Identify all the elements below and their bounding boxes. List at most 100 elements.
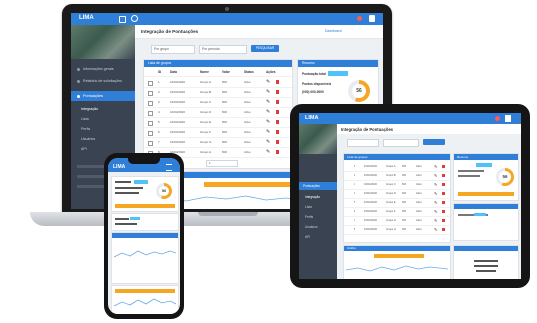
table-row[interactable]: 4 10/04/2020 Grupo D 500 Ativo ✎ <box>144 108 292 118</box>
table-row[interactable]: 7 10/04/2020 Grupo G 500 Ativo ✎ <box>144 138 292 148</box>
search-icon[interactable] <box>131 15 138 22</box>
delete-icon[interactable] <box>276 100 279 104</box>
table-row[interactable]: 4 10/04/2020 Grupo D 500 Ativo ✎ <box>344 190 450 199</box>
sidebar-item-1[interactable]: Relatório de solicitações <box>71 77 135 86</box>
table-row[interactable]: 1 10/04/2020 Grupo A 500 Ativo ✎ <box>144 78 292 88</box>
bottom-line <box>474 260 498 262</box>
delete-icon[interactable] <box>442 192 445 195</box>
edit-icon[interactable]: ✎ <box>266 149 270 156</box>
table-row[interactable]: 1 10/04/2020 Grupo A 500 Ativo ✎ <box>344 163 450 172</box>
edit-icon[interactable]: ✎ <box>434 200 437 206</box>
delete-icon[interactable] <box>276 110 279 114</box>
edit-icon[interactable]: ✎ <box>434 182 437 188</box>
table-cell: Grupo D <box>200 110 212 114</box>
breadcrumb[interactable]: Dashboard <box>325 29 342 33</box>
delete-icon[interactable] <box>276 150 279 154</box>
search-button[interactable] <box>423 139 445 145</box>
menu-icon[interactable] <box>119 16 126 23</box>
edit-icon[interactable]: ✎ <box>266 119 270 126</box>
sidebar-label: Pontuações <box>83 94 104 98</box>
summary-card: 56 <box>111 176 179 212</box>
row-checkbox[interactable] <box>148 91 153 96</box>
edit-icon[interactable]: ✎ <box>434 218 437 224</box>
row-checkbox[interactable] <box>148 101 153 106</box>
sidebar-label: API <box>81 147 87 151</box>
delete-icon[interactable] <box>276 130 279 134</box>
delete-icon[interactable] <box>442 183 445 186</box>
notification-icon[interactable] <box>357 16 362 21</box>
row-checkbox[interactable] <box>148 131 153 136</box>
delete-icon[interactable] <box>442 174 445 177</box>
notification-icon[interactable] <box>495 116 500 121</box>
table-card-title: Lista de grupos <box>344 154 450 160</box>
edit-icon[interactable]: ✎ <box>266 79 270 86</box>
table-row[interactable]: 5 10/04/2020 Grupo E 500 Ativo ✎ <box>144 118 292 128</box>
sidebar-label: API <box>305 235 311 239</box>
search-button[interactable]: PESQUISAR <box>251 45 279 52</box>
delete-icon[interactable] <box>442 210 445 213</box>
table-row[interactable]: 6 10/04/2020 Grupo F 500 Ativo ✎ <box>144 128 292 138</box>
chart-card <box>111 232 179 284</box>
sidebar-item-7[interactable]: API <box>71 145 135 153</box>
table-row[interactable]: 5 10/04/2020 Grupo E 500 Ativo ✎ <box>344 199 450 208</box>
edit-icon[interactable]: ✎ <box>434 227 437 233</box>
table-cell: 10/04/2020 <box>170 140 186 144</box>
delete-icon[interactable] <box>442 219 445 222</box>
col-header: Nome <box>200 70 209 74</box>
sidebar-item-2[interactable]: Lista <box>299 204 337 211</box>
sidebar-item-4[interactable]: Usuários <box>299 224 337 231</box>
row-checkbox[interactable] <box>148 111 153 116</box>
top-bar: LIMA <box>71 13 383 25</box>
row-checkbox[interactable] <box>148 121 153 126</box>
edit-icon[interactable]: ✎ <box>434 173 437 179</box>
pagination-select[interactable]: 1 <box>206 160 238 167</box>
table-row[interactable]: 3 10/04/2020 Grupo C 500 Ativo ✎ <box>144 98 292 108</box>
sidebar-item-1[interactable]: Integração <box>299 194 337 201</box>
row-checkbox[interactable] <box>148 81 153 86</box>
sidebar-item-0[interactable]: Informações gerais <box>71 65 135 74</box>
user-icon[interactable] <box>505 115 511 122</box>
user-icon[interactable] <box>369 15 375 22</box>
sidebar-item-6[interactable]: Usuários <box>71 135 135 143</box>
table-row[interactable]: 8 10/04/2020 Grupo H 500 Ativo ✎ <box>344 226 450 235</box>
delete-icon[interactable] <box>442 201 445 204</box>
edit-icon[interactable]: ✎ <box>266 139 270 146</box>
edit-icon[interactable]: ✎ <box>434 191 437 197</box>
table-row[interactable]: 6 10/04/2020 Grupo F 500 Ativo ✎ <box>344 208 450 217</box>
sidebar-item-5[interactable]: API <box>299 234 337 241</box>
menu-icon[interactable] <box>166 164 172 171</box>
edit-icon[interactable]: ✎ <box>266 89 270 96</box>
edit-icon[interactable]: ✎ <box>266 129 270 136</box>
sidebar-item-5[interactable]: Perfis <box>71 125 135 133</box>
table-cell: Grupo B <box>200 90 212 94</box>
edit-icon[interactable]: ✎ <box>434 209 437 215</box>
row-checkbox[interactable] <box>148 141 153 146</box>
delete-icon[interactable] <box>276 120 279 124</box>
table-cell: 10/04/2020 <box>364 192 377 195</box>
sidebar-item-3[interactable]: Integração <box>71 105 135 113</box>
sidebar-item-0[interactable]: Pontuações <box>299 182 337 190</box>
delete-icon[interactable] <box>442 165 445 168</box>
sidebar-item-3[interactable]: Perfis <box>299 214 337 221</box>
period-select[interactable]: Por período <box>199 45 247 54</box>
table-row[interactable]: 2 10/04/2020 Grupo B 500 Ativo ✎ <box>144 88 292 98</box>
table-row[interactable]: 7 10/04/2020 Grupo G 500 Ativo ✎ <box>344 217 450 226</box>
period-select[interactable] <box>383 139 419 147</box>
delete-icon[interactable] <box>276 140 279 144</box>
table-cell: Grupo E <box>200 120 212 124</box>
sidebar-item-2[interactable]: Pontuações <box>71 91 135 101</box>
delete-icon[interactable] <box>276 80 279 84</box>
table-row[interactable]: 3 10/04/2020 Grupo C 500 Ativo ✎ <box>344 181 450 190</box>
delete-icon[interactable] <box>276 90 279 94</box>
edit-icon[interactable]: ✎ <box>434 164 437 170</box>
edit-icon[interactable]: ✎ <box>266 99 270 106</box>
project-select[interactable]: Por grupo <box>151 45 195 54</box>
table-cell: 500 <box>222 150 228 154</box>
project-select[interactable] <box>347 139 379 147</box>
sidebar-item-4[interactable]: Lista <box>71 115 135 123</box>
table-cell: 4 <box>354 192 356 195</box>
edit-icon[interactable]: ✎ <box>266 109 270 116</box>
table-row[interactable]: 2 10/04/2020 Grupo B 500 Ativo ✎ <box>344 172 450 181</box>
progress-donut: 56 <box>156 183 172 199</box>
delete-icon[interactable] <box>442 228 445 231</box>
